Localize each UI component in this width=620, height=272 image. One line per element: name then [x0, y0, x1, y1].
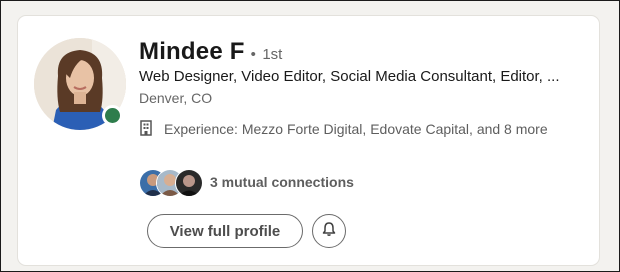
profile-name[interactable]: Mindee F	[139, 38, 245, 65]
profile-location: Denver, CO	[139, 90, 213, 106]
bell-icon	[321, 221, 337, 242]
online-status-indicator	[102, 105, 123, 126]
profile-headline: Web Designer, Video Editor, Social Media…	[139, 68, 560, 85]
experience-summary: Experience: Mezzo Forte Digital, Edovate…	[164, 121, 548, 137]
mutual-avatar	[175, 169, 203, 197]
building-icon	[139, 120, 153, 136]
mutual-connections-link[interactable]: 3 mutual connections	[210, 173, 354, 191]
connection-degree: 1st	[262, 46, 283, 63]
mutual-connection-avatars[interactable]	[139, 169, 203, 197]
name-separator: •	[250, 46, 256, 63]
screenshot-frame: Mindee F • 1st Web Designer, Video Editor…	[0, 0, 620, 272]
profile-avatar[interactable]	[34, 38, 126, 130]
view-full-profile-button[interactable]: View full profile	[147, 214, 303, 248]
notification-bell-button[interactable]	[312, 214, 346, 248]
name-row: Mindee F • 1st	[139, 37, 282, 70]
